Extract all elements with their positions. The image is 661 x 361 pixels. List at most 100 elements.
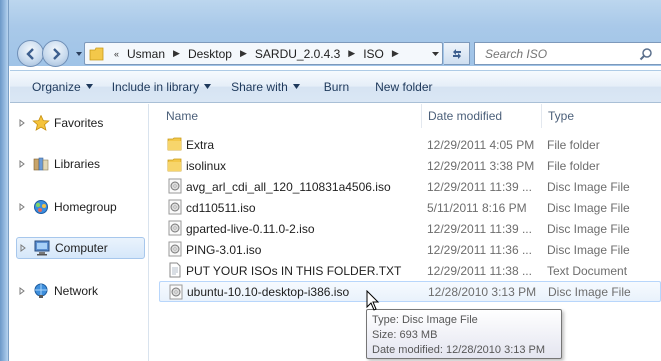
file-name: cd110511.iso [186,200,256,215]
column-header-date[interactable]: Date modified [422,104,542,128]
organize-button[interactable]: Organize [32,80,93,94]
nav-label: Libraries [54,157,101,171]
breadcrumb-iso[interactable]: ISO [360,47,387,61]
file-type: File folder [547,137,600,152]
nav-label: Homegroup [54,200,117,214]
chevron-down-icon [85,84,93,89]
file-date: 12/29/2011 4:05 PM [427,137,535,152]
chevron-down-icon [204,84,212,89]
list-item[interactable]: cd110511.iso 5/11/2011 8:16 PM Disc Imag… [159,197,661,218]
list-item[interactable]: gparted-live-0.11.0-2.iso 12/29/2011 11:… [159,218,661,239]
refresh-button[interactable] [444,42,470,65]
file-type: Disc Image File [547,242,630,257]
breadcrumb-usman[interactable]: Usman [124,47,168,61]
list-item[interactable]: avg_arl_cdi_all_120_110831a4506.iso 12/2… [159,176,661,197]
burn-button[interactable]: Burn [324,80,349,94]
search-input[interactable] [485,46,625,61]
disc-image-icon [168,199,182,215]
share-with-label: Share with [231,79,288,94]
column-header-type[interactable]: Type [542,104,661,128]
file-type: File folder [547,158,600,173]
star-icon [32,115,50,131]
organize-label: Organize [32,79,81,94]
file-type: Disc Image File [548,284,631,299]
tooltip-type: Type: Disc Image File [372,314,478,326]
file-date: 12/29/2011 11:39 ... [427,221,532,236]
file-date: 5/11/2011 8:16 PM [427,200,527,215]
folder-icon [167,137,182,151]
list-item[interactable]: PUT YOUR ISOs IN THIS FOLDER.TXT 12/29/2… [159,260,661,281]
network-icon [34,283,48,298]
file-date: 12/29/2011 11:38 ... [427,263,532,278]
mouse-cursor-icon [366,290,380,311]
breadcrumb-separator-icon[interactable]: ▶ [387,48,404,59]
file-name: PUT YOUR ISOs IN THIS FOLDER.TXT [186,263,402,278]
new-folder-button[interactable]: New folder [375,80,432,94]
nav-label: Computer [55,241,108,255]
expand-arrow-icon[interactable] [18,287,26,295]
nav-item-favorites[interactable]: Favorites [16,112,145,134]
nav-item-computer[interactable]: Computer [16,237,145,259]
computer-icon [34,240,50,256]
disc-image-icon [168,178,182,194]
expand-arrow-icon[interactable] [19,244,27,252]
chevron-down-icon[interactable] [431,49,440,58]
tooltip-size: Size: 693 MB [372,329,438,341]
file-date: 12/29/2011 3:38 PM [427,158,535,173]
breadcrumb-sardu[interactable]: SARDU_2.0.4.3 [252,47,343,61]
disc-image-icon [168,241,182,257]
back-button[interactable] [17,40,44,67]
address-overflow-chevron[interactable]: « [109,49,124,59]
list-item[interactable]: isolinux 12/29/2011 3:38 PM File folder [159,155,661,176]
file-type: Disc Image File [547,221,630,236]
address-bar[interactable]: « Usman ▶ Desktop ▶ SARDU_2.0.4.3 ▶ ISO … [84,42,443,65]
column-header-name[interactable]: Name [160,104,422,128]
arrow-left-icon [25,47,34,60]
breadcrumb-separator-icon[interactable]: ▶ [343,48,360,59]
search-icon[interactable] [639,47,653,61]
file-name: ubuntu-10.10-desktop-i386.iso [187,284,350,299]
nav-item-homegroup[interactable]: Homegroup [16,196,145,218]
libraries-icon [33,157,49,171]
list-item[interactable]: ubuntu-10.10-desktop-i386.iso 12/28/2010… [159,281,661,302]
nav-item-network[interactable]: Network [16,280,145,302]
arrow-right-icon [52,47,61,60]
file-type: Text Document [547,263,628,278]
homegroup-icon [34,200,48,214]
include-in-library-label: Include in library [111,79,200,94]
command-toolbar: Organize Include in library Share with B… [10,70,661,103]
recent-pages-chevron-icon[interactable] [75,50,83,58]
expand-arrow-icon[interactable] [18,119,26,127]
new-folder-label: New folder [375,79,433,94]
disc-image-icon [169,284,183,300]
file-name: PING-3.01.iso [186,242,262,257]
list-item[interactable]: PING-3.01.iso 12/29/2011 11:36 ... Disc … [159,239,661,260]
file-name: isolinux [186,158,227,173]
nav-label: Network [54,284,99,298]
nav-label: Favorites [54,116,104,130]
chevron-down-icon [292,84,300,89]
nav-item-libraries[interactable]: Libraries [16,153,145,175]
forward-button[interactable] [42,40,69,67]
include-in-library-button[interactable]: Include in library [111,79,212,94]
window-frame-left [0,0,9,361]
expand-arrow-icon[interactable] [18,203,26,211]
file-type: Disc Image File [547,179,630,194]
breadcrumb-separator-icon[interactable]: ▶ [235,48,252,59]
file-date: 12/29/2011 11:39 ... [427,179,532,194]
file-name: avg_arl_cdi_all_120_110831a4506.iso [186,179,391,194]
burn-label: Burn [323,79,350,94]
search-box[interactable] [474,42,661,65]
breadcrumb-separator-icon[interactable]: ▶ [168,48,185,59]
navigation-pane: Favorites Libraries Homegroup Computer N… [10,104,149,361]
list-item[interactable]: Extra 12/29/2011 4:05 PM File folder [159,134,661,155]
refresh-icon [452,48,461,59]
navigation-buttons [17,40,73,67]
expand-arrow-icon[interactable] [18,160,26,168]
file-date: 12/29/2011 11:36 ... [427,242,532,257]
breadcrumb-desktop[interactable]: Desktop [185,47,235,61]
share-with-button[interactable]: Share with [231,80,300,94]
file-name: Extra [186,137,215,152]
file-type: Disc Image File [547,200,630,215]
folder-icon [89,47,104,60]
